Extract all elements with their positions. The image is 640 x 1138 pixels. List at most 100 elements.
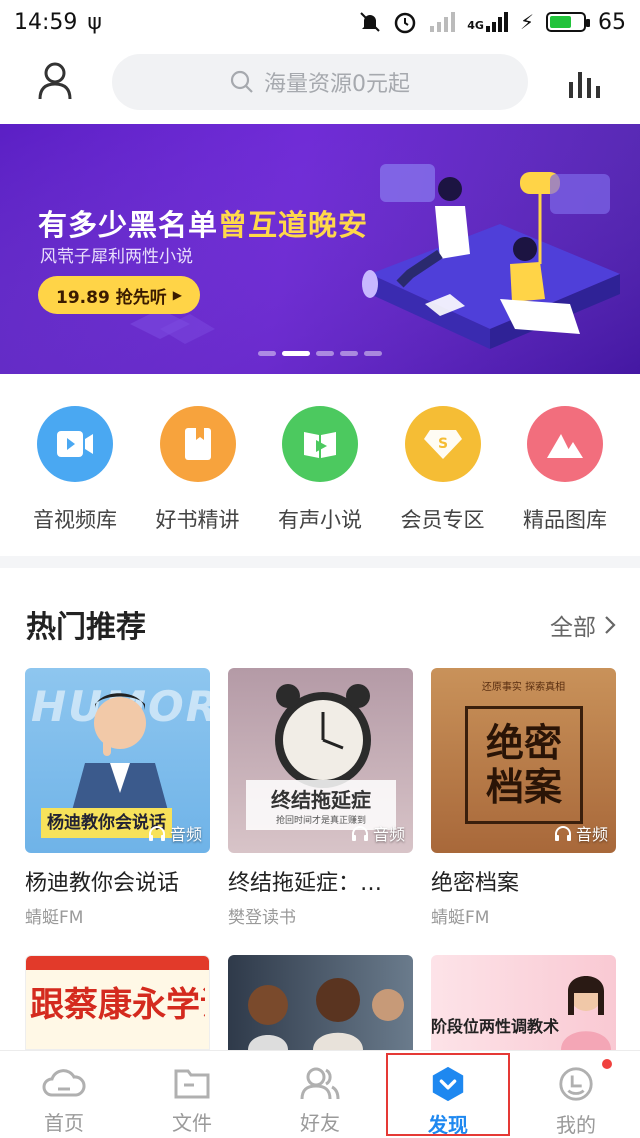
view-all-label: 全部 — [550, 615, 596, 641]
tab-label: 我的 — [556, 1113, 596, 1137]
usb-icon: ψ — [87, 9, 102, 35]
hot-card-row-2: 跟蔡康永学说话 阶段位两性调教术 — [25, 955, 617, 1050]
card-source: 蜻蜓FM — [431, 908, 490, 928]
tab-label: 发现 — [428, 1113, 468, 1137]
promo-banner[interactable]: 有多少黑名单曾互道晚安 风茕子犀利两性小说 19.89 抢先听 ▶ — [0, 124, 640, 374]
card-cover[interactable]: 跟蔡康永学说话 — [25, 955, 210, 1050]
bottom-tab-bar: 首页 文件 好友 发现 我的 — [0, 1050, 640, 1138]
tab-discover[interactable]: 发现 — [384, 1051, 512, 1138]
category-label: 会员专区 — [400, 508, 485, 532]
category-audio-novel[interactable]: 有声小说 — [263, 406, 377, 556]
audio-badge-label: 音频 — [169, 825, 202, 844]
category-image-gallery[interactable]: 精品图库 — [508, 406, 622, 556]
banner-illustration — [362, 164, 620, 349]
pagination-dot — [316, 351, 334, 356]
hot-card[interactable]: 还原事实 探索真相 绝密档案 音频 绝密档案 蜻蜓FM — [431, 668, 616, 928]
audio-badge-label: 音频 — [372, 825, 405, 844]
search-bar[interactable]: 海量资源0元起 — [112, 54, 528, 110]
section-title: 热门推荐 — [26, 610, 146, 645]
headphones-icon — [148, 826, 165, 841]
battery-icon — [546, 12, 590, 32]
top-header: 海量资源0元起 — [0, 44, 640, 122]
pagination-dot — [340, 351, 358, 356]
audio-badge: 音频 — [351, 821, 405, 845]
svg-text:S: S — [437, 436, 447, 452]
tab-label: 文件 — [172, 1111, 212, 1135]
friends-icon — [300, 1067, 340, 1100]
tab-home[interactable]: 首页 — [0, 1051, 128, 1138]
rank-chart-icon[interactable] — [566, 66, 602, 98]
category-label: 精品图库 — [523, 508, 607, 532]
card-title: 杨迪教你会说话 — [25, 871, 180, 896]
mute-bell-icon — [360, 12, 380, 32]
audio-novel-icon — [282, 406, 358, 482]
hot-card[interactable]: HUMOR 杨迪教你会说话 音频 杨迪教你会说话 蜻蜓FM — [25, 668, 210, 928]
search-icon — [230, 70, 253, 93]
network-type: 4G — [467, 19, 484, 32]
alarm-icon — [395, 12, 416, 34]
card-title: 绝密档案 — [431, 871, 520, 896]
view-all-link[interactable]: 全部 — [550, 608, 616, 642]
charging-icon: ⚡ — [519, 10, 534, 34]
category-video-library[interactable]: 音视频库 — [18, 406, 132, 556]
category-grid: 音视频库 好书精讲 有声小说 S 会员专区 精品图库 — [0, 374, 640, 556]
cover-top-text: 还原事实 探索真相 — [481, 682, 566, 693]
pagination-dot-active — [282, 351, 310, 356]
status-time: 14:59 — [14, 9, 78, 35]
cover-title-text: 跟蔡康永学说话 — [30, 986, 205, 1024]
section-divider — [0, 556, 640, 568]
chevron-right-icon — [605, 616, 616, 634]
mountain-image-icon — [527, 406, 603, 482]
card-cover[interactable]: 阶段位两性调教术 — [431, 955, 616, 1050]
banner-title: 有多少黑名单曾互道晚安 — [38, 202, 368, 244]
cover-woman-illustration — [561, 976, 611, 1050]
tab-files[interactable]: 文件 — [128, 1051, 256, 1138]
user-profile-icon[interactable] — [38, 62, 72, 100]
search-placeholder: 海量资源0元起 — [264, 72, 410, 97]
discover-icon — [432, 1066, 464, 1102]
card-cover: 终结拖延症 抢回时间才是真正赚到 音频 — [228, 668, 413, 853]
banner-pagination — [258, 351, 382, 356]
signal-weak-icon — [430, 12, 456, 32]
card-title: 终结拖延症：… — [228, 871, 383, 896]
cover-title-text: 阶段位两性调教术 — [431, 1017, 560, 1036]
card-source: 蜻蜓FM — [25, 908, 84, 928]
category-vip-zone[interactable]: S 会员专区 — [386, 406, 500, 556]
battery-level — [550, 16, 571, 28]
cover-title-text: 终结拖延症 — [271, 788, 371, 812]
tab-friends[interactable]: 好友 — [256, 1051, 384, 1138]
banner-listen-button[interactable]: 19.89 抢先听 ▶ — [38, 276, 200, 314]
vip-diamond-icon: S — [404, 406, 481, 482]
audio-badge: 音频 — [148, 821, 202, 845]
card-cover: 还原事实 探索真相 绝密档案 音频 — [431, 668, 616, 853]
tab-label: 首页 — [44, 1111, 84, 1135]
cover-title-box: 绝密档案 — [465, 706, 583, 824]
home-cloud-icon — [42, 1069, 86, 1097]
headphones-icon — [554, 826, 571, 841]
audio-badge-label: 音频 — [575, 825, 608, 844]
audio-badge: 音频 — [554, 821, 608, 845]
battery-percent: 65 — [598, 9, 626, 35]
book-icon — [159, 406, 236, 482]
category-label: 音视频库 — [33, 508, 117, 532]
cover-ribbon — [26, 956, 209, 970]
category-label: 有声小说 — [278, 508, 362, 532]
hot-card[interactable]: 终结拖延症 抢回时间才是真正赚到 音频 终结拖延症：… 樊登读书 — [228, 668, 413, 928]
cover-title-text: 绝密档案 — [485, 721, 562, 809]
category-book-explain[interactable]: 好书精讲 — [141, 406, 255, 556]
category-label: 好书精讲 — [155, 508, 240, 532]
folder-icon — [174, 1069, 210, 1099]
card-cover[interactable] — [228, 955, 413, 1050]
pagination-dot — [258, 351, 276, 356]
pagination-dot — [364, 351, 382, 356]
video-library-icon — [37, 406, 113, 482]
banner-subtitle: 风茕子犀利两性小说 — [40, 247, 193, 267]
card-source: 樊登读书 — [228, 908, 296, 928]
play-arrow-icon: ▶ — [172, 288, 182, 302]
banner-title-main: 有多少黑名单 — [38, 208, 219, 242]
status-bar: 14:59 ψ 4G ⚡ 65 — [0, 0, 640, 44]
banner-button-label: 19.89 抢先听 — [56, 287, 167, 308]
cover-people-illustration — [248, 978, 404, 1050]
tab-me[interactable]: 我的 — [512, 1051, 640, 1138]
notification-dot — [602, 1059, 612, 1069]
